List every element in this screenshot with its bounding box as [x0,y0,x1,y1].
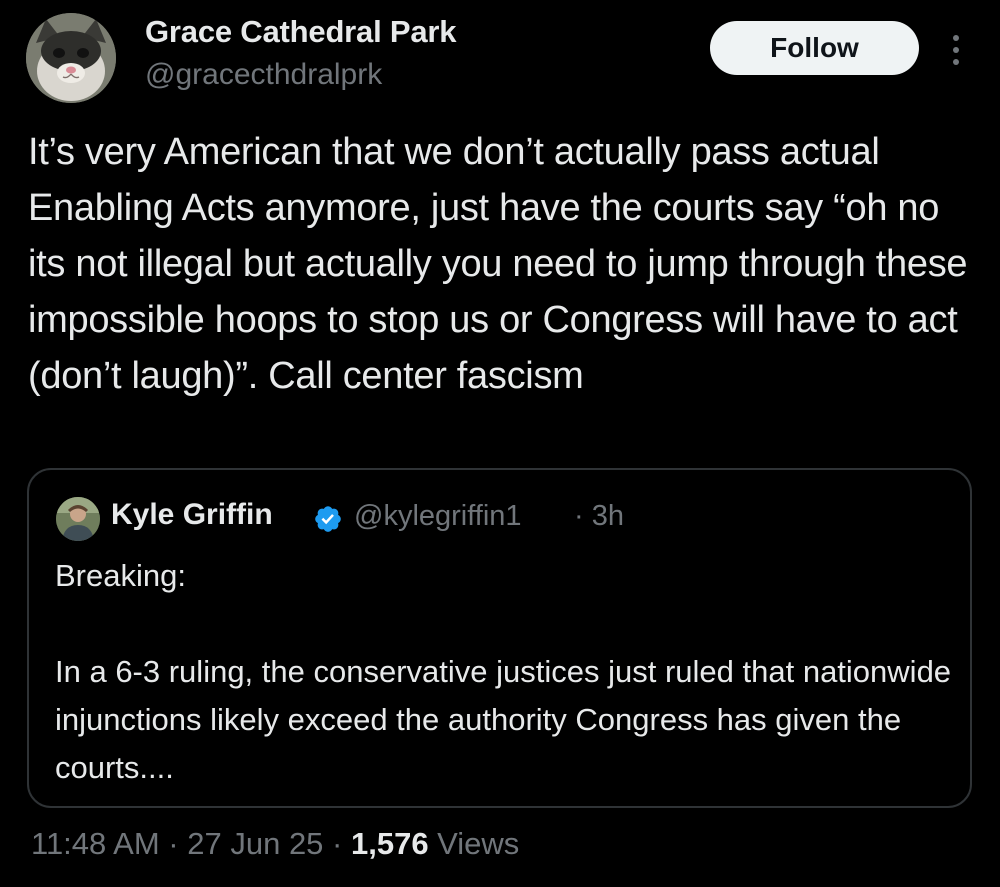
quoted-tweet-card[interactable]: Kyle Griffin @kylegriffin1 · 3h Breaking… [27,468,972,808]
tweet-text: It’s very American that we don’t actuall… [28,131,978,397]
person-avatar-icon [56,497,100,541]
views-label: Views [428,826,520,861]
vertical-ellipsis-icon [953,35,959,65]
verified-badge-icon [313,504,343,534]
follow-button[interactable]: Follow [710,21,919,75]
quoted-author-avatar [56,497,100,541]
meta-separator: · [159,826,188,861]
quoted-tweet-text: Breaking: In a 6-3 ruling, the conservat… [55,558,952,785]
cat-avatar-icon [26,13,116,103]
views-count: 1,576 [350,826,429,861]
more-options-button[interactable] [940,30,972,70]
quoted-author-handle: @kylegriffin1 [354,500,522,532]
author-handle[interactable]: @gracecthdralprk [145,58,382,92]
tweet-date[interactable]: 27 Jun 25 [187,826,323,861]
author-display-name[interactable]: Grace Cathedral Park [145,14,457,50]
author-avatar[interactable] [26,13,116,103]
tweet-header: Grace Cathedral Park @gracecthdralprk Fo… [0,0,1000,110]
tweet-meta: 11:48 AM · 27 Jun 25 · 1,576 Views [31,826,519,862]
quoted-author-display-name: Kyle Griffin [111,498,273,531]
meta-separator: · [323,826,351,861]
quoted-tweet-time: · 3h [574,500,624,532]
tweet-time[interactable]: 11:48 AM [31,826,160,861]
